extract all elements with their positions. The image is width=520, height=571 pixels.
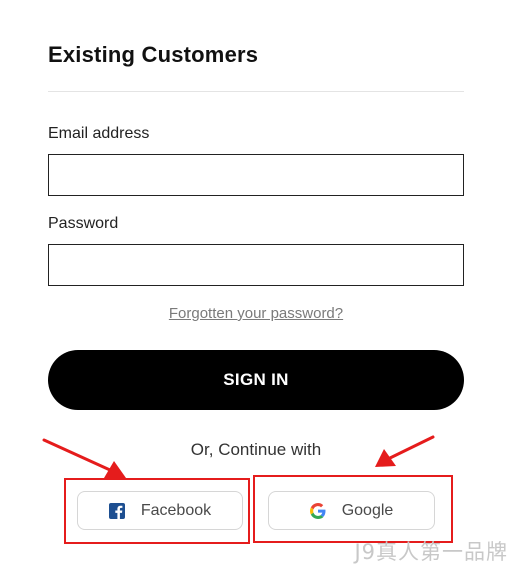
password-label: Password [48, 215, 119, 232]
google-login-button[interactable]: Google [268, 491, 435, 530]
divider [48, 91, 464, 92]
facebook-login-button[interactable]: Facebook [77, 491, 243, 530]
facebook-icon [108, 502, 125, 519]
password-field[interactable] [48, 244, 464, 286]
watermark: J9真人第一品牌 [354, 540, 508, 564]
facebook-label: Facebook [140, 501, 212, 519]
forgot-password-link[interactable]: Forgotten your password? [0, 305, 512, 322]
social-divider-text: Or, Continue with [190, 440, 322, 459]
email-label: Email address [48, 125, 150, 142]
sign-in-button[interactable]: SIGN IN [48, 350, 464, 410]
google-label: Google [341, 501, 394, 519]
email-field[interactable] [48, 154, 464, 196]
google-icon [309, 502, 326, 519]
page-title: Existing Customers [48, 42, 259, 67]
